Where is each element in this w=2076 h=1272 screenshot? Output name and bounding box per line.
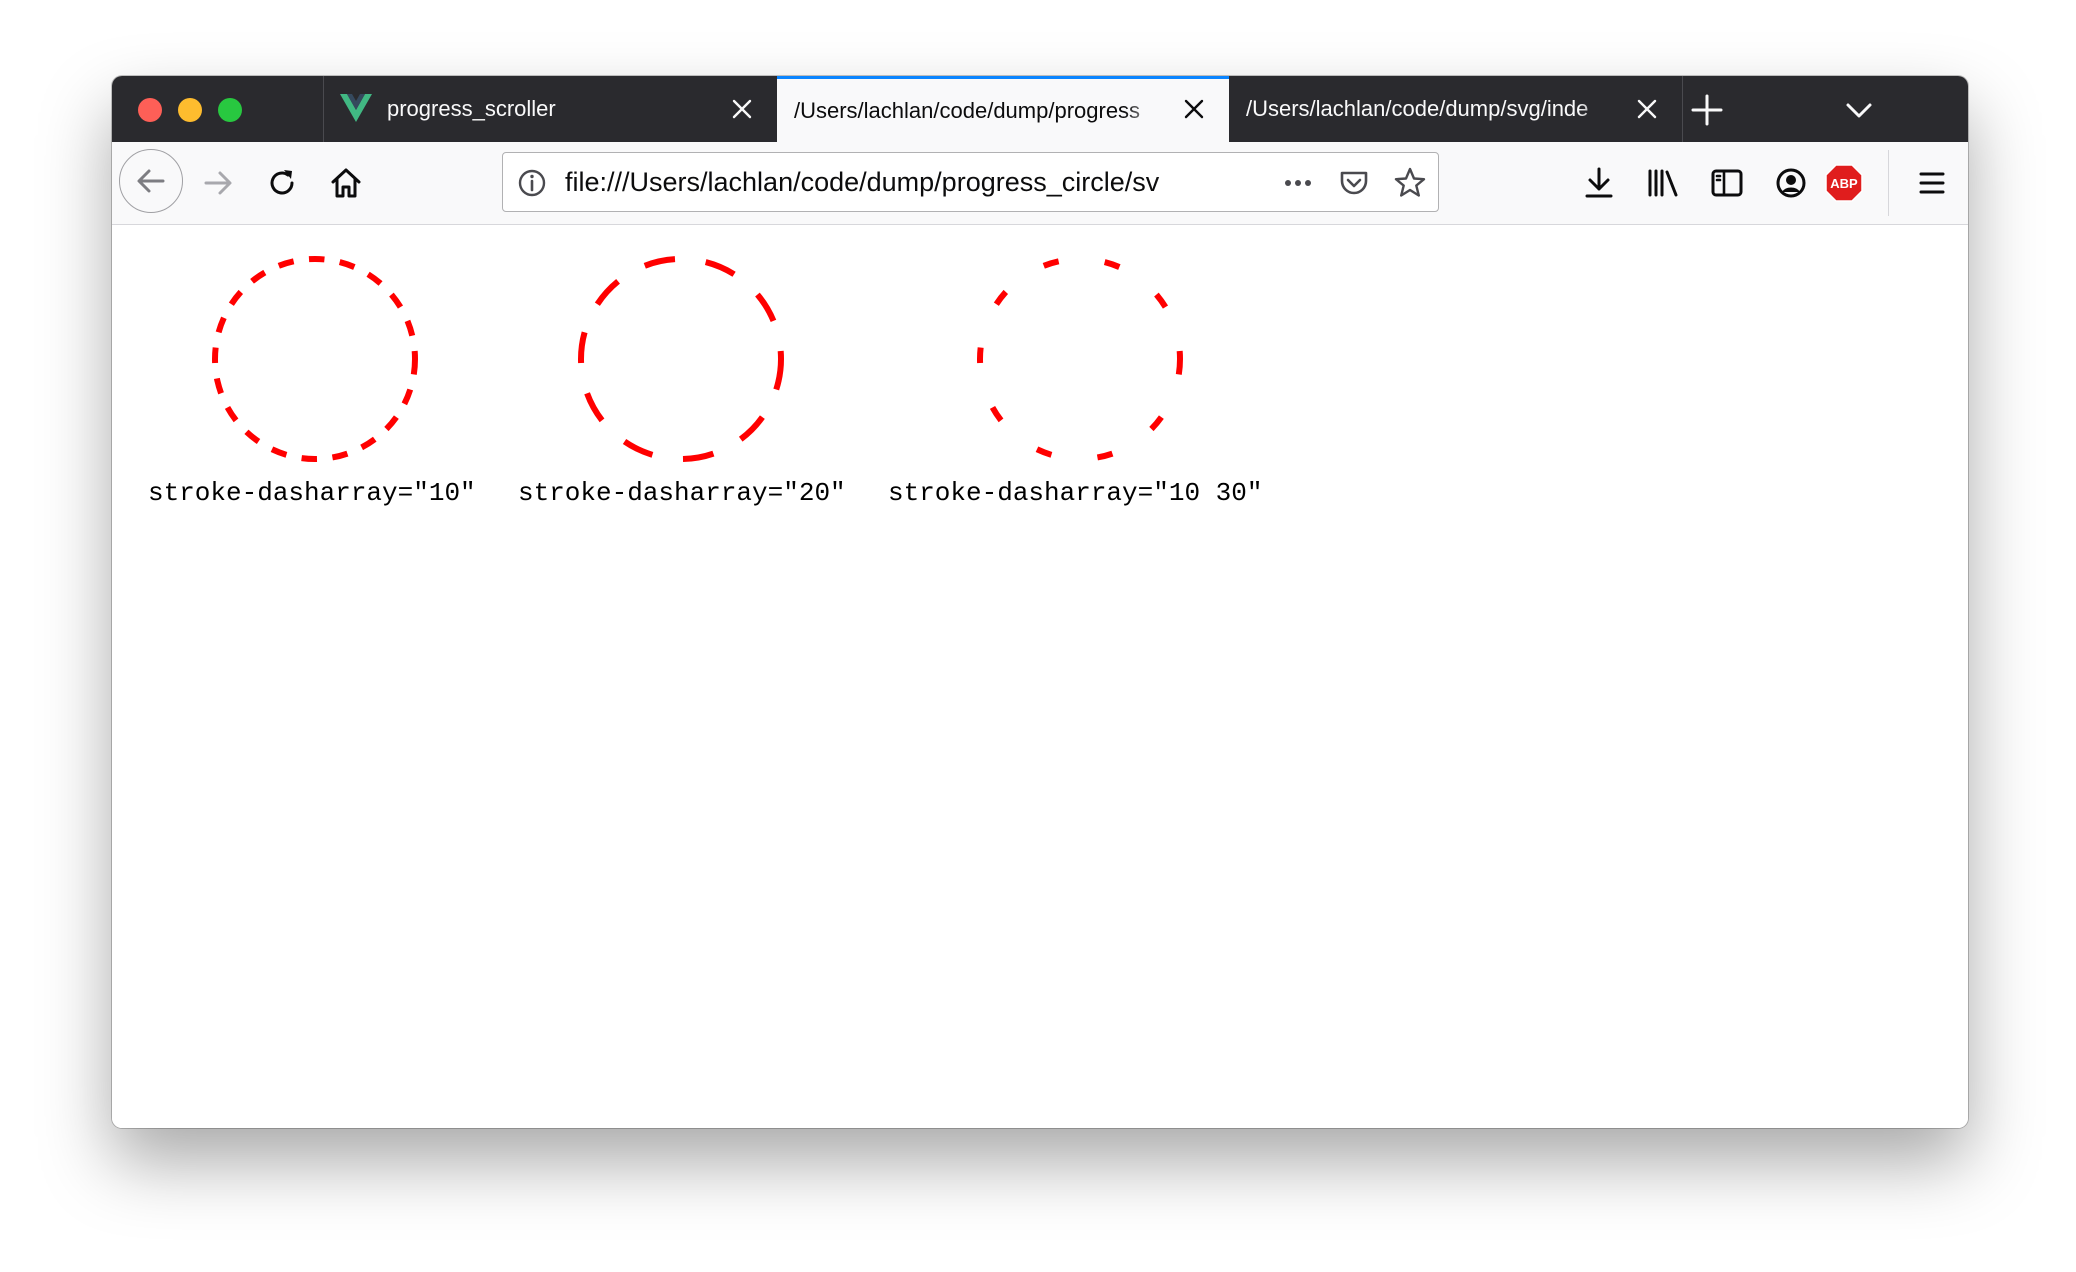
pocket-icon[interactable]: [1337, 166, 1371, 200]
url-bar[interactable]: file:///Users/lachlan/code/dump/progress…: [502, 152, 1439, 212]
close-tab-icon[interactable]: [1179, 94, 1209, 124]
download-icon: [1585, 167, 1613, 198]
menu-button[interactable]: [1909, 160, 1955, 206]
downloads-button[interactable]: [1576, 160, 1622, 206]
tab-title: /Users/lachlan/code/dump/progress: [794, 97, 1164, 124]
window-minimize-button[interactable]: [178, 98, 202, 122]
window-maximize-button[interactable]: [218, 98, 242, 122]
url-text[interactable]: file:///Users/lachlan/code/dump/progress…: [565, 167, 1215, 199]
reload-icon: [270, 170, 294, 195]
back-button[interactable]: [119, 149, 183, 213]
more-dots-icon[interactable]: [1281, 166, 1315, 200]
new-tab-icon[interactable]: [1687, 90, 1727, 130]
menu-icon: [1919, 172, 1945, 194]
back-arrow-icon: [137, 169, 165, 193]
tab-title: progress_scroller: [387, 96, 717, 122]
browser-window: progress_scroller /Users/lachlan/code/du…: [112, 76, 1968, 1128]
tab-separator: [1682, 76, 1683, 142]
adblock-plus-icon[interactable]: ABP: [1825, 164, 1863, 202]
dashed-circle: [212, 256, 418, 462]
forward-button[interactable]: [195, 160, 241, 206]
navigation-toolbar: file:///Users/lachlan/code/dump/progress…: [112, 142, 1968, 225]
abp-label: ABP: [1830, 176, 1858, 191]
account-icon: [1776, 168, 1806, 198]
chevron-down-icon[interactable]: [1839, 90, 1879, 130]
demo-caption: stroke-dasharray="10 30": [888, 478, 1263, 508]
tab-title: /Users/lachlan/code/dump/svg/inde: [1246, 96, 1618, 122]
dashed-circle-stroke: [578, 256, 784, 462]
demo-caption: stroke-dasharray="10": [148, 478, 476, 508]
page-content: stroke-dasharray="10" stroke-dasharray="…: [112, 225, 1968, 1128]
tab-bar: progress_scroller /Users/lachlan/code/du…: [112, 76, 1968, 142]
library-button[interactable]: [1640, 160, 1686, 206]
demo-caption: stroke-dasharray="20": [518, 478, 846, 508]
sidebar-icon: [1711, 169, 1743, 197]
window-close-button[interactable]: [138, 98, 162, 122]
home-icon: [331, 168, 361, 198]
forward-arrow-icon: [204, 171, 232, 195]
reload-button[interactable]: [259, 160, 305, 206]
dashed-circle: [578, 256, 784, 462]
dashed-circle-stroke: [977, 256, 1183, 462]
bookmark-star-icon[interactable]: [1393, 166, 1427, 200]
vue-logo-icon: [340, 94, 372, 122]
info-icon[interactable]: [515, 166, 549, 200]
tab-progress-scroller[interactable]: progress_scroller: [324, 76, 777, 142]
dashed-circle: [977, 256, 1183, 462]
library-icon: [1648, 169, 1678, 197]
sidebar-button[interactable]: [1704, 160, 1750, 206]
account-button[interactable]: [1768, 160, 1814, 206]
close-tab-icon[interactable]: [727, 94, 757, 124]
toolbar-divider: [1888, 150, 1889, 216]
tab-svg-index[interactable]: /Users/lachlan/code/dump/svg/inde: [1229, 76, 1682, 142]
tab-progress-circle[interactable]: /Users/lachlan/code/dump/progress: [777, 76, 1229, 142]
dashed-circle-stroke: [212, 256, 418, 462]
close-tab-icon[interactable]: [1632, 94, 1662, 124]
home-button[interactable]: [323, 160, 369, 206]
